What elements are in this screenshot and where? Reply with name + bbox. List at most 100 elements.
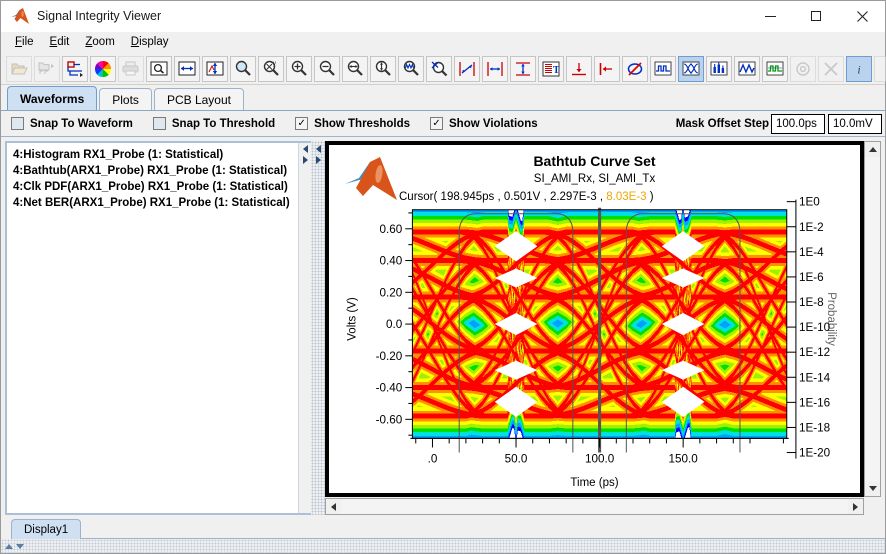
waveform-list-pane: 4:Histogram RX1_Probe (1: Statistical) 4… [5,141,311,515]
svg-text:T: T [553,65,560,76]
cursor-diagonal-icon[interactable] [454,55,480,82]
main-tabs: Waveforms Plots PCB Layout [1,85,885,111]
maximize-button[interactable] [793,1,839,32]
plot-scroll-down-button[interactable] [865,481,880,496]
status-resize-handles[interactable] [5,543,24,549]
pane-splitter[interactable] [311,141,325,515]
splitter-collapse-right-icon[interactable] [315,156,321,164]
zoom-in-icon[interactable] [286,55,312,82]
close-button[interactable] [839,1,885,32]
tab-waveforms[interactable]: Waveforms [7,86,98,110]
color-wheel-icon[interactable] [90,55,116,82]
menu-bar: File Edit Zoom Display [1,32,885,53]
waveform-list-scrollbar[interactable] [298,143,311,513]
zoom-horizontal-icon[interactable] [342,55,368,82]
menu-file-label: ile [22,36,34,48]
scrollbar-corner [864,498,881,515]
list-item[interactable]: 4:Net BER(ARX1_Probe) RX1_Probe (1: Stat… [13,195,298,211]
plot-vscroll-track[interactable] [865,157,880,481]
plot-scroll-left-button[interactable] [326,499,341,514]
zoom-horizontal-fit-icon[interactable] [174,55,200,82]
text-annotation-icon[interactable]: T [538,55,564,82]
snap-to-waveform-checkbox[interactable]: Snap To Waveform [11,117,133,130]
svg-text:y: y [273,61,276,67]
svg-text:1E-2: 1E-2 [799,221,824,234]
plot-hscroll-track[interactable] [341,499,848,514]
svg-text:0.40: 0.40 [379,255,402,268]
snap-to-threshold-checkbox[interactable]: Snap To Threshold [152,117,275,130]
status-up-arrow[interactable] [5,543,13,549]
analog-wave-icon[interactable] [734,55,760,82]
tab-plots-label: Plots [112,92,139,107]
open-project-icon[interactable] [34,55,60,82]
list-item[interactable]: 4:Histogram RX1_Probe (1: Statistical) [13,147,298,163]
plot-horizontal-scrollbar[interactable] [325,498,864,515]
status-bar [1,539,885,553]
eye-diagram-icon[interactable] [678,55,704,82]
zoom-reset-icon[interactable] [426,55,452,82]
svg-text:0.60: 0.60 [379,223,402,236]
svg-text:1E-8: 1E-8 [799,296,824,309]
svg-text:150.0: 150.0 [669,453,699,466]
list-item[interactable]: 4:Clk PDF(ARX1_Probe) RX1_Probe (1: Stat… [13,179,298,195]
list-item[interactable]: 4:Bathtub(ARX1_Probe) RX1_Probe (1: Stat… [13,163,298,179]
plot-scroll-right-button[interactable] [848,499,863,514]
scroll-right-arrow[interactable] [302,156,308,164]
zoom-out-icon[interactable] [314,55,340,82]
toolbar: y T i [1,53,886,85]
target-icon[interactable] [790,55,816,82]
delete-icon[interactable] [818,55,844,82]
display1-tab[interactable]: Display1 [11,519,82,539]
digital-wave-icon[interactable] [762,55,788,82]
mask-offset-voltage-field[interactable]: 10.0mV [828,113,882,134]
marker-down-icon[interactable] [566,55,592,82]
main-body: 4:Histogram RX1_Probe (1: Statistical) 4… [1,137,885,515]
no-circle-icon[interactable] [622,55,648,82]
cursor-horizontal-icon[interactable] [482,55,508,82]
window-controls [747,1,885,32]
menu-edit[interactable]: Edit [42,34,78,50]
mask-offset-step-label: Mask Offset Step [675,117,769,130]
show-violations-checkbox[interactable]: ✓ Show Violations [430,117,538,130]
zoom-vertical-icon[interactable] [370,55,396,82]
zoom-xy-icon[interactable]: y [258,55,284,82]
plot-scroll-up-button[interactable] [865,142,880,157]
show-violations-label: Show Violations [449,117,538,130]
svg-text:1E-16: 1E-16 [799,396,830,409]
chart-canvas[interactable]: Bathtub Curve Set SI_AMI_Rx, SI_AMI_Tx C… [325,141,864,497]
marker-left-icon[interactable] [594,55,620,82]
snap-to-waveform-box [11,117,24,130]
menu-file[interactable]: File [7,34,42,50]
histogram-icon[interactable] [706,55,732,82]
scroll-left-arrow[interactable] [302,145,308,153]
print-icon[interactable] [118,55,144,82]
magnifier-icon[interactable] [230,55,256,82]
svg-text:0.0: 0.0 [386,318,403,331]
waveform-icon[interactable] [650,55,676,82]
zoom-page-icon[interactable] [146,55,172,82]
schematic-icon[interactable] [62,55,88,82]
splitter-collapse-left-icon[interactable] [315,145,321,153]
plot-vertical-scrollbar[interactable] [864,141,881,497]
svg-text:1E-18: 1E-18 [799,422,830,435]
zoom-previous-icon[interactable] [398,55,424,82]
matlab-icon [10,7,30,25]
tab-plots[interactable]: Plots [99,88,152,110]
menu-zoom[interactable]: Zoom [77,34,122,50]
mask-offset-time-field[interactable]: 100.0ps [771,113,825,134]
tab-pcb-layout[interactable]: PCB Layout [153,88,244,110]
tab-waveforms-label: Waveforms [20,91,85,106]
status-down-arrow[interactable] [16,543,24,549]
show-thresholds-checkbox[interactable]: ✓ Show Thresholds [295,117,410,130]
zoom-vertical-fit-icon[interactable] [202,55,228,82]
plot-hscroll-row [325,498,881,515]
open-icon[interactable] [6,55,32,82]
minimize-button[interactable] [747,1,793,32]
info-icon[interactable]: i [846,55,872,82]
svg-text:-0.40: -0.40 [376,382,403,395]
cursor-vertical-icon[interactable] [510,55,536,82]
menu-display[interactable]: Display [123,34,177,50]
blank-icon[interactable] [874,55,886,82]
waveform-list[interactable]: 4:Histogram RX1_Probe (1: Statistical) 4… [7,143,298,513]
bathtub-chart: Bathtub Curve Set SI_AMI_Rx, SI_AMI_Tx C… [329,145,860,493]
